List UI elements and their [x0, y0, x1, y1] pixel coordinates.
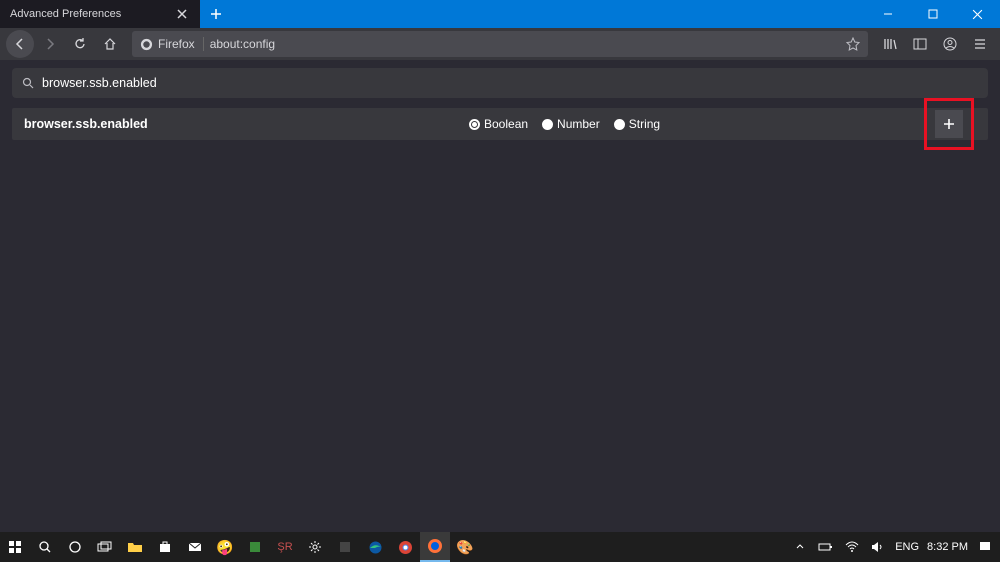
navigation-toolbar: Firefox about:config [0, 28, 1000, 60]
forward-button[interactable] [36, 30, 64, 58]
settings-icon[interactable] [300, 532, 330, 562]
sidebar-button[interactable] [906, 30, 934, 58]
library-button[interactable] [876, 30, 904, 58]
radio-icon [469, 119, 480, 130]
taskbar-app-icon[interactable]: 🎨 [450, 532, 480, 562]
taskbar-search-icon[interactable] [30, 532, 60, 562]
preference-name: browser.ssb.enabled [24, 117, 469, 131]
minimize-button[interactable] [865, 0, 910, 28]
taskbar-left: 🤪 ŞR 🎨 [0, 532, 480, 562]
window-titlebar: Advanced Preferences [0, 0, 1000, 28]
identity-label: Firefox [158, 37, 195, 51]
close-tab-icon[interactable] [174, 6, 190, 22]
taskbar-app-icon[interactable]: ŞR [270, 532, 300, 562]
reload-button[interactable] [66, 30, 94, 58]
maximize-button[interactable] [910, 0, 955, 28]
menu-button[interactable] [966, 30, 994, 58]
radio-icon [542, 119, 553, 130]
notifications-icon[interactable] [976, 541, 994, 553]
browser-tab[interactable]: Advanced Preferences [0, 0, 200, 28]
store-icon[interactable] [150, 532, 180, 562]
taskbar-app-icon[interactable] [240, 532, 270, 562]
volume-icon[interactable] [869, 541, 887, 553]
search-icon [22, 77, 34, 89]
taskview-icon[interactable] [90, 532, 120, 562]
start-button[interactable] [0, 532, 30, 562]
tab-title: Advanced Preferences [10, 8, 121, 20]
firefox-logo-icon [140, 38, 153, 51]
clock[interactable]: 8:32 PM [927, 541, 968, 553]
windows-taskbar: 🤪 ŞR 🎨 ENG [0, 532, 1000, 562]
language-indicator[interactable]: ENG [895, 541, 919, 553]
account-button[interactable] [936, 30, 964, 58]
radio-label: Boolean [484, 117, 528, 131]
preference-search-row [12, 68, 988, 98]
cortana-icon[interactable] [60, 532, 90, 562]
radio-icon [614, 119, 625, 130]
identity-box[interactable]: Firefox [140, 37, 204, 51]
taskbar-app-icon[interactable]: 🤪 [210, 532, 240, 562]
tray-chevron-icon[interactable] [791, 542, 809, 552]
type-radio-string[interactable]: String [614, 117, 660, 131]
preference-search-input[interactable] [42, 76, 978, 90]
window-controls [865, 0, 1000, 28]
new-tab-button[interactable] [200, 0, 232, 28]
firefox-taskbar-icon[interactable] [420, 532, 450, 562]
battery-icon[interactable] [817, 542, 835, 552]
radio-label: Number [557, 117, 600, 131]
wifi-icon[interactable] [843, 541, 861, 553]
system-tray: ENG 8:32 PM [785, 541, 1000, 553]
back-button[interactable] [6, 30, 34, 58]
edge-icon[interactable] [360, 532, 390, 562]
close-window-button[interactable] [955, 0, 1000, 28]
type-radio-boolean[interactable]: Boolean [469, 117, 528, 131]
file-explorer-icon[interactable] [120, 532, 150, 562]
radio-label: String [629, 117, 660, 131]
mail-icon[interactable] [180, 532, 210, 562]
type-radio-number[interactable]: Number [542, 117, 600, 131]
url-bar[interactable]: Firefox about:config [132, 31, 868, 57]
preference-row: browser.ssb.enabled Boolean Number Strin… [12, 108, 988, 140]
type-radio-group: Boolean Number String [469, 117, 660, 131]
home-button[interactable] [96, 30, 124, 58]
url-text: about:config [210, 37, 840, 51]
chrome-icon[interactable] [390, 532, 420, 562]
bookmark-star-icon[interactable] [846, 37, 860, 51]
taskbar-app-icon[interactable] [330, 532, 360, 562]
add-preference-button[interactable] [935, 110, 963, 138]
about-config-content: browser.ssb.enabled Boolean Number Strin… [0, 60, 1000, 532]
